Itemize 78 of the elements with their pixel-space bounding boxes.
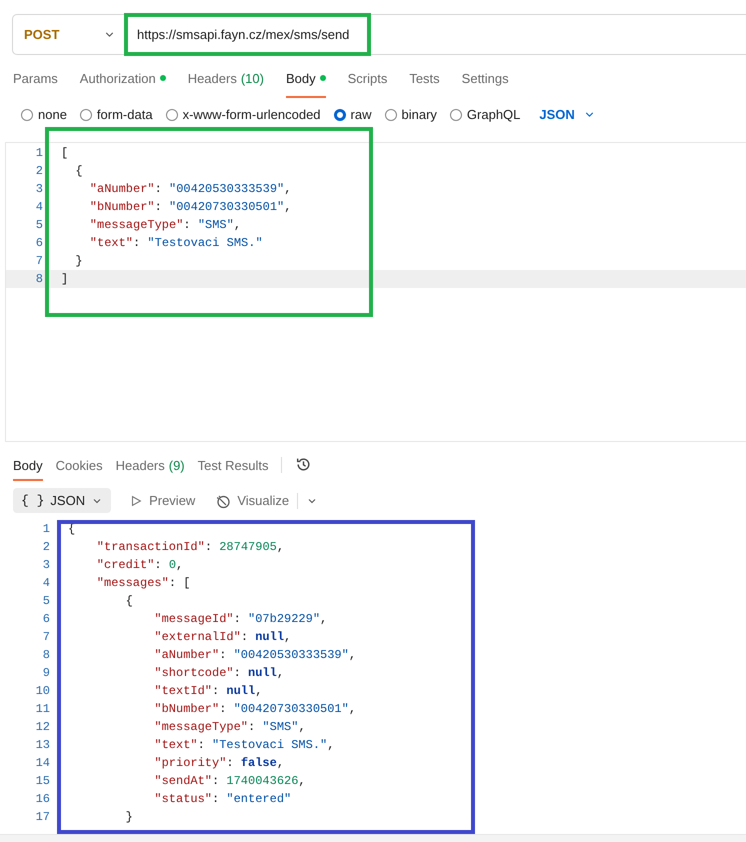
- tab[interactable]: Settings: [462, 68, 509, 88]
- code-line: "externalId": null,: [153, 629, 292, 646]
- code-line: }: [124, 809, 133, 826]
- url-field[interactable]: https://smsapi.fayn.cz/mex/sms/send: [137, 24, 350, 44]
- tab[interactable]: Authorization: [80, 68, 166, 88]
- line-number: 8: [42, 647, 50, 664]
- line-number: 10: [34, 683, 50, 700]
- line-number: 2: [42, 539, 50, 556]
- code-line: "priority": false,: [153, 755, 284, 772]
- radio-option[interactable]: GraphQL: [450, 105, 520, 124]
- code-line: "transactionId": 28747905,: [96, 539, 284, 556]
- code-line: [: [61, 145, 68, 162]
- code-line: "text": "Testovaci SMS.",: [153, 737, 334, 754]
- code-line: "bNumber": "00420730330501",: [153, 701, 356, 718]
- line-number: 15: [34, 773, 50, 790]
- line-number: 1: [34, 145, 43, 162]
- line-number: 4: [34, 199, 43, 216]
- line-number: 3: [34, 181, 43, 198]
- code-line: }: [74, 253, 83, 270]
- code-line: "credit": 0,: [96, 557, 184, 574]
- braces-icon: { }: [21, 490, 44, 510]
- line-number: 9: [42, 665, 50, 682]
- code-line: {: [124, 593, 133, 610]
- line-number: 6: [34, 235, 43, 252]
- tab[interactable]: Params: [13, 68, 58, 88]
- line-number: 2: [34, 163, 43, 180]
- format-dropdown[interactable]: { } JSON: [13, 488, 112, 513]
- line-number: 1: [42, 521, 50, 538]
- code-line: "messageType": "SMS",: [153, 719, 306, 736]
- response-tab[interactable]: Cookies: [56, 456, 103, 476]
- line-number: 7: [34, 253, 43, 270]
- code-line: "textId": null,: [153, 683, 262, 700]
- response-tab[interactable]: Body: [13, 456, 43, 481]
- line-number: 4: [42, 575, 50, 592]
- radio-option[interactable]: form-data: [80, 105, 153, 124]
- format-dropdown[interactable]: JSON: [539, 105, 596, 124]
- history-icon: [295, 456, 312, 473]
- code-line: {: [74, 163, 83, 180]
- history-button[interactable]: [295, 456, 312, 473]
- method-dropdown[interactable]: POST: [13, 15, 125, 54]
- line-number: 13: [34, 737, 50, 754]
- code-line: "shortcode": null,: [153, 665, 284, 682]
- code-line: "aNumber": "00420530333539",: [88, 181, 292, 198]
- play-icon: [129, 494, 144, 508]
- radio-option[interactable]: none: [21, 105, 67, 124]
- response-tab[interactable]: Headers (9): [116, 456, 185, 476]
- code-line: "bNumber": "00420730330501",: [88, 199, 292, 216]
- code-line: "messageType": "SMS",: [88, 217, 242, 234]
- tab[interactable]: Body: [286, 68, 326, 98]
- preview-button[interactable]: Preview: [129, 490, 196, 510]
- code-line: "text": "Testovaci SMS.": [88, 235, 263, 252]
- radio-option[interactable]: x-www-form-urlencoded: [166, 105, 321, 124]
- line-number: 16: [34, 791, 50, 808]
- radio-option[interactable]: raw: [334, 105, 372, 124]
- tab[interactable]: Headers (10): [188, 68, 264, 88]
- code-editor[interactable]: 1 [ 2 { 3 "aNumber": "00420530333539", 4 "bNumber": "00420730330501", 5 "messageType": "SMS", 6 "text": "Testovaci SMS." 7 } 8 ]: [5, 142, 746, 442]
- visualize-button[interactable]: Visualize: [215, 490, 290, 510]
- line-number: 3: [42, 557, 50, 574]
- line-number: 8: [34, 271, 43, 288]
- tab[interactable]: Tests: [409, 68, 440, 88]
- visualize-icon: [215, 492, 232, 508]
- line-number: 6: [42, 611, 50, 628]
- code-line: "messageId": "07b29229",: [153, 611, 328, 628]
- code-line: ]: [61, 271, 68, 288]
- tab[interactable]: Scripts: [348, 68, 388, 88]
- line-number: 11: [34, 701, 50, 718]
- line-number: 17: [34, 809, 50, 826]
- response-tab[interactable]: Test Results: [198, 456, 268, 476]
- code-line: "messages": [: [96, 575, 190, 592]
- line-number: 5: [34, 217, 43, 234]
- code-line: "sendAt": 1740043626,: [153, 773, 306, 790]
- line-number: 12: [34, 719, 50, 736]
- line-number: 14: [34, 755, 50, 772]
- code-line: "status": "entered": [153, 791, 292, 808]
- line-number: 7: [42, 629, 50, 646]
- radio-option[interactable]: binary: [384, 105, 437, 124]
- code-line: "aNumber": "00420530333539",: [153, 647, 356, 664]
- line-number: 5: [42, 593, 50, 610]
